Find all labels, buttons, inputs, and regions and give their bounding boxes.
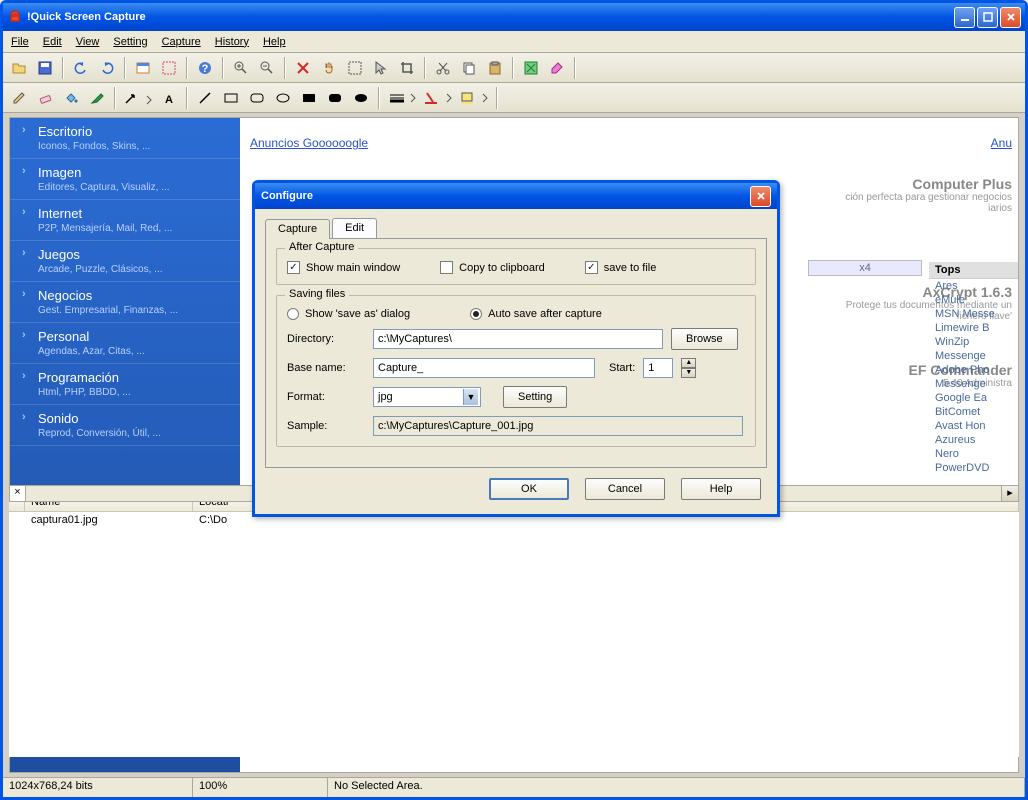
toolbar-1: ? <box>3 53 1025 83</box>
sidebar-item-negocios[interactable]: ›NegociosGest. Empresarial, Finanzas, ..… <box>10 282 240 323</box>
roundrect-tool-icon[interactable] <box>245 86 269 110</box>
color-icon[interactable] <box>545 56 569 80</box>
open-icon[interactable] <box>7 56 31 80</box>
sample-output <box>373 416 743 436</box>
setting-button[interactable]: Setting <box>503 386 567 408</box>
menu-view[interactable]: View <box>76 36 100 48</box>
pointer-icon[interactable] <box>369 56 393 80</box>
menu-edit[interactable]: Edit <box>43 36 62 48</box>
filled-rect-icon[interactable] <box>297 86 321 110</box>
cut-icon[interactable] <box>431 56 455 80</box>
tab-edit[interactable]: Edit <box>332 218 377 238</box>
dialog-close-button[interactable] <box>750 186 771 207</box>
basename-input[interactable] <box>373 358 595 378</box>
text-tool-icon[interactable]: A <box>157 86 181 110</box>
ellipse-tool-icon[interactable] <box>271 86 295 110</box>
app-icon <box>7 9 23 25</box>
sidebar-item-juegos[interactable]: ›JuegosArcade, Puzzle, Clásicos, ... <box>10 241 240 282</box>
anu-right-link[interactable]: Anu <box>991 136 1012 150</box>
sidebar-item-escritorio[interactable]: ›EscritorioIconos, Fondos, Skins, ... <box>10 118 240 159</box>
undo-icon[interactable] <box>69 56 93 80</box>
zoom-in-icon[interactable] <box>229 56 253 80</box>
sidebar-item-imagen[interactable]: ›ImagenEditores, Captura, Visualiz, ... <box>10 159 240 200</box>
menu-help[interactable]: Help <box>263 36 286 48</box>
menu-history[interactable]: History <box>215 36 249 48</box>
close-button[interactable] <box>1000 7 1021 28</box>
effect-icon[interactable] <box>519 56 543 80</box>
titlebar[interactable]: !Quick Screen Capture <box>3 3 1025 31</box>
delete-icon[interactable] <box>291 56 315 80</box>
computer-plus-title: Computer Plus <box>812 176 1012 192</box>
tops-list: Tops Ares eMule MSN Messe Limewire B Win… <box>929 262 1018 475</box>
group-after-capture: After Capture ✓Show main window Copy to … <box>276 248 756 285</box>
browse-button[interactable]: Browse <box>671 328 738 350</box>
svg-text:?: ? <box>202 63 209 75</box>
save-icon[interactable] <box>33 56 57 80</box>
crop-icon[interactable] <box>395 56 419 80</box>
eraser-icon[interactable] <box>33 86 57 110</box>
menubar: File Edit View Setting Capture History H… <box>3 31 1025 53</box>
chk-save-file[interactable]: ✓save to file <box>585 261 657 274</box>
maximize-button[interactable] <box>977 7 998 28</box>
svg-text:A: A <box>165 94 173 106</box>
paste-icon[interactable] <box>483 56 507 80</box>
ok-button[interactable]: OK <box>489 478 569 500</box>
rect-tool-icon[interactable] <box>219 86 243 110</box>
strokecolor-icon[interactable] <box>421 86 455 110</box>
panel-close-icon[interactable]: × <box>10 486 26 501</box>
tab-capture[interactable]: Capture <box>265 219 330 239</box>
directory-input[interactable] <box>373 329 663 349</box>
hand-icon[interactable] <box>317 56 341 80</box>
brush-icon[interactable] <box>85 86 109 110</box>
sidebar-item-personal[interactable]: ›PersonalAgendas, Azar, Citas, ... <box>10 323 240 364</box>
line-tool-icon[interactable] <box>193 86 217 110</box>
chevron-down-icon: ▼ <box>463 389 478 405</box>
fillcolor-icon[interactable] <box>457 86 491 110</box>
chk-show-main[interactable]: ✓Show main window <box>287 261 400 274</box>
bucket-icon[interactable] <box>59 86 83 110</box>
copy-icon[interactable] <box>457 56 481 80</box>
status-zoom: 100% <box>193 778 328 797</box>
minimize-button[interactable] <box>954 7 975 28</box>
dialog-tabstrip: Capture Edit <box>265 218 767 239</box>
zoom-out-icon[interactable] <box>255 56 279 80</box>
toolbar-2: A <box>3 83 1025 113</box>
x4-tab[interactable]: x4 <box>808 260 922 276</box>
dialog-titlebar[interactable]: Configure <box>255 183 777 209</box>
help-button[interactable]: Help <box>681 478 761 500</box>
help-icon[interactable]: ? <box>193 56 217 80</box>
start-spinner[interactable]: ▲▼ <box>681 358 696 378</box>
filled-roundrect-icon[interactable] <box>323 86 347 110</box>
capture-window-icon[interactable] <box>131 56 155 80</box>
statusbar: 1024x768,24 bits 100% No Selected Area. <box>3 777 1025 797</box>
window-title: !Quick Screen Capture <box>27 11 954 23</box>
filled-ellipse-icon[interactable] <box>349 86 373 110</box>
format-select[interactable]: jpg▼ <box>373 387 481 407</box>
chk-copy-clipboard[interactable]: Copy to clipboard <box>440 261 545 274</box>
menu-file[interactable]: File <box>11 36 29 48</box>
menu-capture[interactable]: Capture <box>162 36 201 48</box>
select-rect-icon[interactable] <box>343 56 367 80</box>
redo-icon[interactable] <box>95 56 119 80</box>
radio-autosave[interactable]: Auto save after capture <box>470 308 602 320</box>
status-resolution: 1024x768,24 bits <box>3 778 193 797</box>
scroll-right-icon[interactable]: ▸ <box>1001 486 1018 501</box>
files-pane: × Name Locati captura01.jpg C:\Do <box>9 493 1019 757</box>
status-selection: No Selected Area. <box>328 778 1025 797</box>
configure-dialog: Configure Capture Edit After Capture ✓Sh… <box>252 180 780 517</box>
lineweight-icon[interactable] <box>385 86 419 110</box>
sidebar-item-sonido[interactable]: ›SonidoReprod, Conversión, Útil, ... <box>10 405 240 446</box>
menu-setting[interactable]: Setting <box>113 36 147 48</box>
computer-plus-sub: ción perfecta para gestionar negocios <box>812 192 1012 203</box>
arrow-tool-icon[interactable] <box>121 86 155 110</box>
cancel-button[interactable]: Cancel <box>585 478 665 500</box>
capture-region-icon[interactable] <box>157 56 181 80</box>
pencil-icon[interactable] <box>7 86 31 110</box>
sidebar-item-programacion[interactable]: ›ProgramaciónHtml, PHP, BBDD, ... <box>10 364 240 405</box>
sidebar-item-internet[interactable]: ›InternetP2P, Mensajería, Mail, Red, ... <box>10 200 240 241</box>
group-saving-files: Saving files Show 'save as' dialog Auto … <box>276 295 756 447</box>
anuncios-link[interactable]: Anuncios Goooooogle <box>250 136 368 150</box>
start-input[interactable] <box>643 358 673 378</box>
radio-saveas[interactable]: Show 'save as' dialog <box>287 308 410 320</box>
